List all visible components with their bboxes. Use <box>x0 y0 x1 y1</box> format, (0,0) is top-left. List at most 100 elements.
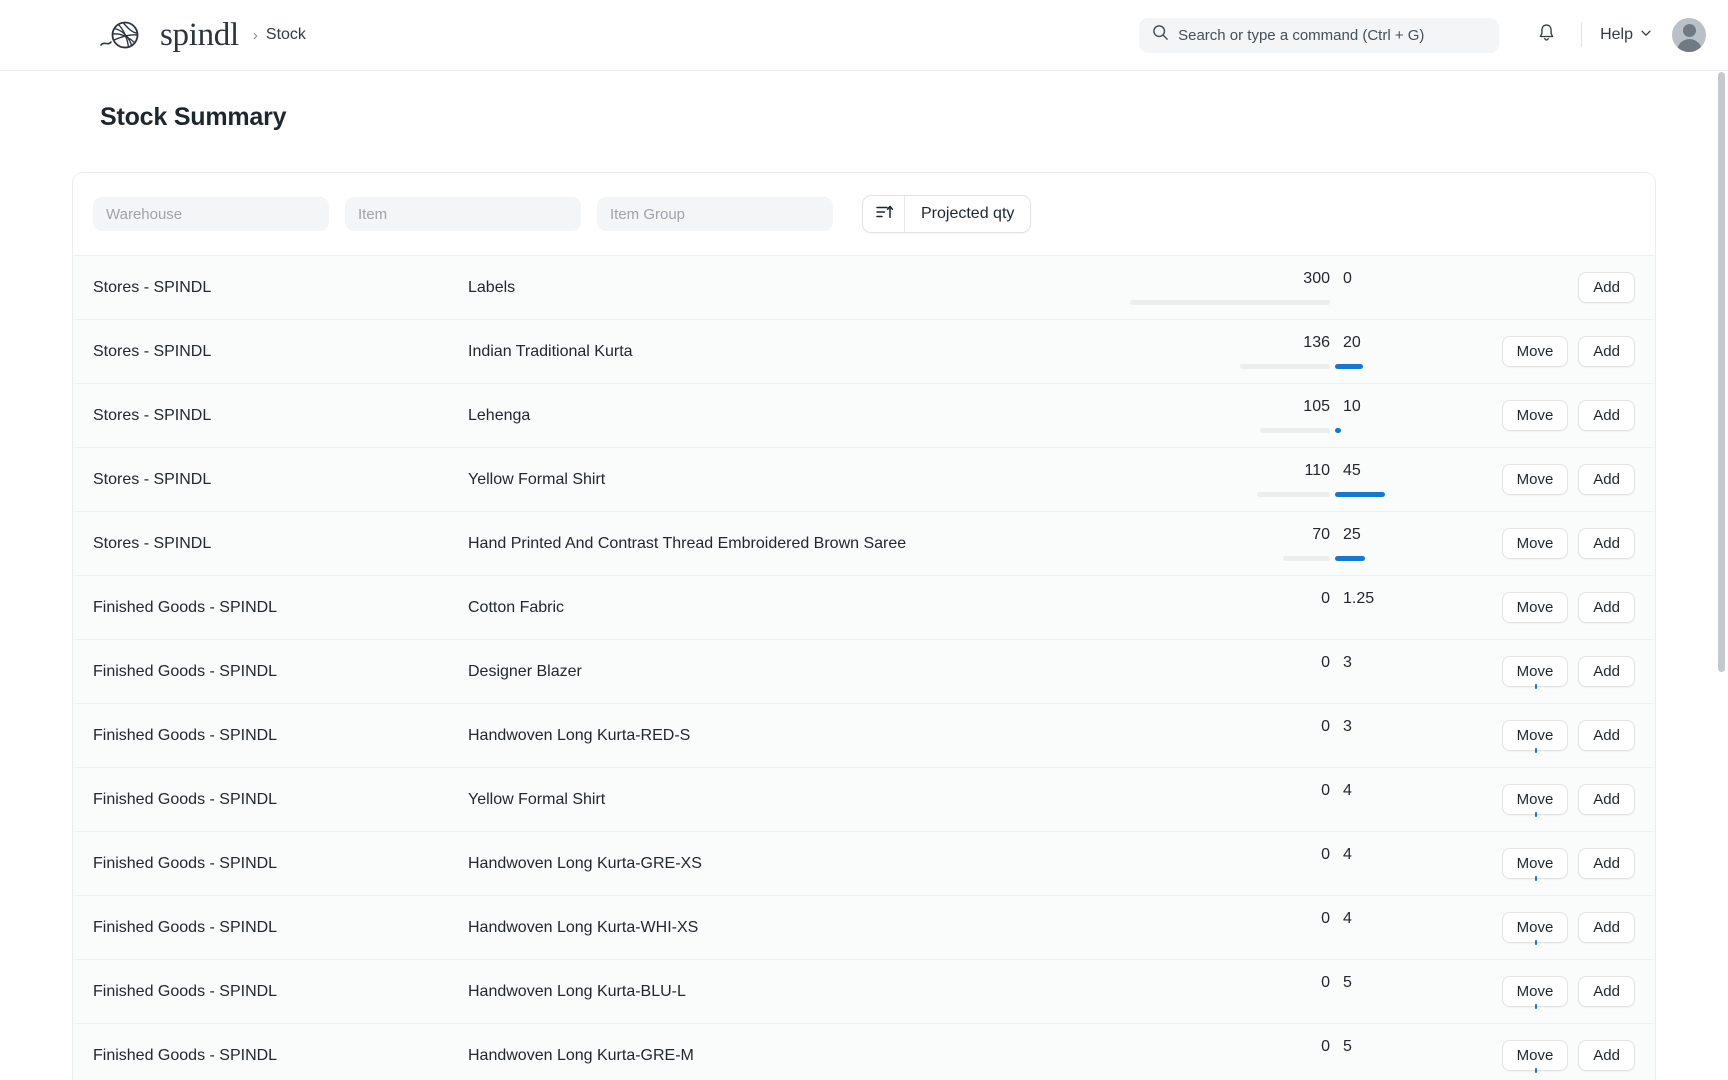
table-row[interactable]: Stores - SPINDLLehenga10510MoveAdd <box>73 383 1655 447</box>
row-item-name[interactable]: Labels <box>468 277 1130 299</box>
move-button[interactable]: Move <box>1502 592 1569 623</box>
table-row[interactable]: Stores - SPINDLIndian Traditional Kurta1… <box>73 319 1655 383</box>
row-actions: Add <box>1460 272 1635 303</box>
row-actual-qty: 0 <box>1130 974 1330 992</box>
projected-qty-bar <box>1335 428 1341 433</box>
table-row[interactable]: Finished Goods - SPINDLDesigner Blazer03… <box>73 639 1655 703</box>
add-button[interactable]: Add <box>1578 784 1635 815</box>
row-actions: Move Add <box>1460 912 1635 943</box>
row-warehouse: Finished Goods - SPINDL <box>93 855 468 873</box>
add-button[interactable]: Add <box>1578 976 1635 1007</box>
row-actions: Move Add <box>1460 976 1635 1007</box>
add-button[interactable]: Add <box>1578 656 1635 687</box>
add-button[interactable]: Add <box>1578 912 1635 943</box>
add-button[interactable]: Add <box>1578 400 1635 431</box>
filter-bar: Projected qty <box>73 173 1655 255</box>
row-qty-cell: 05 <box>1130 960 1460 1023</box>
row-qty-numbers: 04 <box>1130 782 1460 800</box>
move-button[interactable]: Move <box>1502 528 1569 559</box>
table-row[interactable]: Finished Goods - SPINDLCotton Fabric01.2… <box>73 575 1655 639</box>
move-button[interactable]: Move <box>1502 912 1569 943</box>
add-button[interactable]: Add <box>1578 464 1635 495</box>
row-item-name[interactable]: Cotton Fabric <box>468 597 1130 619</box>
search-box[interactable] <box>1139 18 1499 53</box>
notifications-button[interactable] <box>1529 18 1563 52</box>
row-warehouse: Finished Goods - SPINDL <box>93 1047 468 1065</box>
move-button[interactable]: Move <box>1502 976 1569 1007</box>
brand[interactable]: spindl <box>98 19 239 52</box>
page-header: Stock Summary <box>0 71 1728 132</box>
row-qty-numbers: 03 <box>1130 654 1460 672</box>
row-qty-cell: 04 <box>1130 768 1460 831</box>
move-button[interactable]: Move <box>1502 656 1569 687</box>
row-actions: Move Add <box>1460 528 1635 559</box>
page-scrollbar[interactable] <box>1718 72 1725 672</box>
item-group-filter-input[interactable] <box>597 197 833 231</box>
add-button[interactable]: Add <box>1578 1040 1635 1071</box>
move-button[interactable]: Move <box>1502 400 1569 431</box>
move-button[interactable]: Move <box>1502 848 1569 879</box>
navbar-divider <box>1581 23 1582 47</box>
add-button[interactable]: Add <box>1578 592 1635 623</box>
table-row[interactable]: Finished Goods - SPINDLHandwoven Long Ku… <box>73 703 1655 767</box>
row-item-name[interactable]: Designer Blazer <box>468 661 1130 683</box>
projected-qty-bar <box>1535 748 1537 753</box>
add-button[interactable]: Add <box>1578 528 1635 559</box>
add-button[interactable]: Add <box>1578 720 1635 751</box>
table-row[interactable]: Finished Goods - SPINDLHandwoven Long Ku… <box>73 959 1655 1023</box>
row-item-name[interactable]: Yellow Formal Shirt <box>468 789 1130 811</box>
row-actual-qty: 0 <box>1130 846 1330 864</box>
row-item-name[interactable]: Lehenga <box>468 405 1130 427</box>
row-item-name[interactable]: Handwoven Long Kurta-GRE-M <box>468 1045 1130 1067</box>
actual-qty-bar <box>1283 556 1330 561</box>
table-row[interactable]: Finished Goods - SPINDLHandwoven Long Ku… <box>73 1023 1655 1080</box>
row-projected-qty: 10 <box>1343 398 1361 416</box>
table-row[interactable]: Finished Goods - SPINDLHandwoven Long Ku… <box>73 895 1655 959</box>
row-actual-qty: 0 <box>1130 590 1330 608</box>
row-projected-qty: 25 <box>1343 526 1361 544</box>
row-item-name[interactable]: Yellow Formal Shirt <box>468 469 1130 491</box>
row-actual-qty: 0 <box>1130 718 1330 736</box>
add-button[interactable]: Add <box>1578 336 1635 367</box>
move-button[interactable]: Move <box>1502 784 1569 815</box>
table-row[interactable]: Finished Goods - SPINDLHandwoven Long Ku… <box>73 831 1655 895</box>
row-item-name[interactable]: Indian Traditional Kurta <box>468 341 1130 363</box>
avatar[interactable] <box>1672 18 1706 52</box>
sort-direction-button[interactable] <box>863 196 905 232</box>
row-qty-cell: 03 <box>1130 640 1460 703</box>
table-row[interactable]: Stores - SPINDLLabels3000Add <box>73 255 1655 319</box>
help-dropdown[interactable]: Help <box>1600 26 1652 44</box>
breadcrumb-item-stock[interactable]: Stock <box>266 26 306 44</box>
add-button[interactable]: Add <box>1578 848 1635 879</box>
brand-name: spindl <box>160 19 239 52</box>
row-projected-qty: 5 <box>1343 974 1352 992</box>
row-item-name[interactable]: Handwoven Long Kurta-WHI-XS <box>468 917 1130 939</box>
search-icon <box>1152 24 1169 46</box>
row-qty-cell: 04 <box>1130 832 1460 895</box>
table-row[interactable]: Stores - SPINDLYellow Formal Shirt11045M… <box>73 447 1655 511</box>
move-button[interactable]: Move <box>1502 720 1569 751</box>
row-item-name[interactable]: Handwoven Long Kurta-RED-S <box>468 725 1130 747</box>
row-projected-qty: 3 <box>1343 654 1352 672</box>
sort-field-select[interactable]: Projected qty <box>905 196 1030 232</box>
row-qty-numbers: 03 <box>1130 718 1460 736</box>
search-input[interactable] <box>1178 27 1486 44</box>
move-button[interactable]: Move <box>1502 464 1569 495</box>
row-item-name[interactable]: Handwoven Long Kurta-BLU-L <box>468 981 1130 1003</box>
row-qty-bars <box>1260 428 1341 433</box>
item-filter-input[interactable] <box>345 197 581 231</box>
projected-qty-bar <box>1335 492 1385 497</box>
move-button[interactable]: Move <box>1502 1040 1569 1071</box>
table-row[interactable]: Stores - SPINDLHand Printed And Contrast… <box>73 511 1655 575</box>
move-button[interactable]: Move <box>1502 336 1569 367</box>
yarn-ball-icon <box>98 19 150 51</box>
warehouse-filter-input[interactable] <box>93 197 329 231</box>
row-item-name[interactable]: Hand Printed And Contrast Thread Embroid… <box>468 533 1130 555</box>
add-button[interactable]: Add <box>1578 272 1635 303</box>
row-actual-qty: 0 <box>1130 1038 1330 1056</box>
table-row[interactable]: Finished Goods - SPINDLYellow Formal Shi… <box>73 767 1655 831</box>
row-qty-numbers: 3000 <box>1130 270 1460 288</box>
row-item-name[interactable]: Handwoven Long Kurta-GRE-XS <box>468 853 1130 875</box>
row-qty-numbers: 05 <box>1130 974 1460 992</box>
top-navbar: spindl › Stock Help <box>0 0 1728 71</box>
